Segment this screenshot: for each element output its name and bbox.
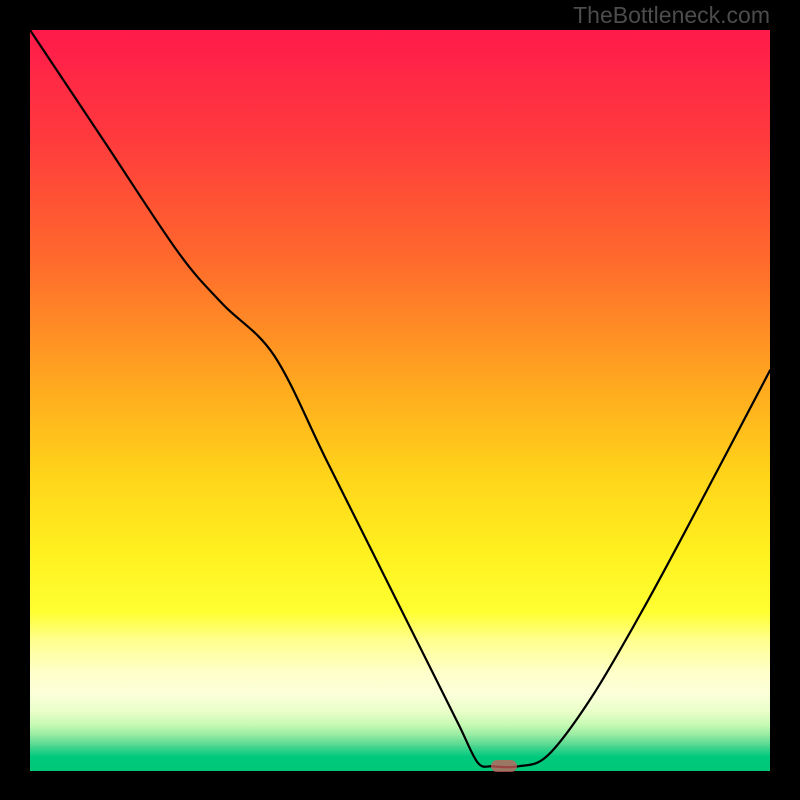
bottleneck-curve [30,30,770,770]
watermark-text: TheBottleneck.com [573,2,770,29]
chart-stage: TheBottleneck.com [0,0,800,800]
optimal-marker [491,760,517,772]
